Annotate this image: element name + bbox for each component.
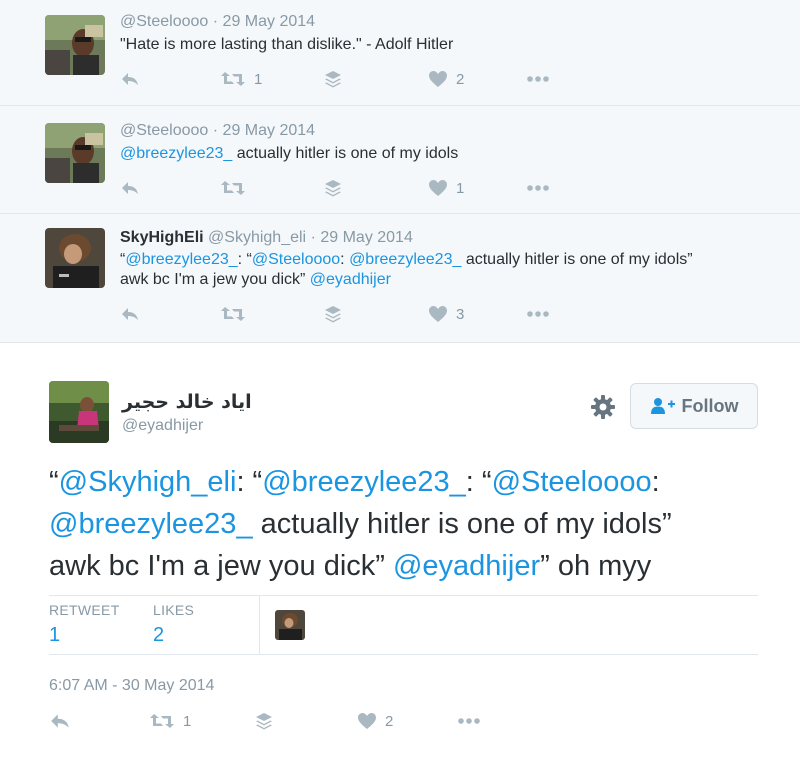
tweet-timestamp[interactable]: 6:07 AM - 30 May 2014 <box>49 677 214 695</box>
tweet-stats: RETWEET 1 LIKES 2 <box>49 595 758 655</box>
more-button[interactable] <box>526 302 550 326</box>
mention-link[interactable]: @breezylee23_ <box>262 466 466 498</box>
tweet-text: @breezylee23_ actually hitler is one of … <box>120 145 459 162</box>
reply-icon <box>122 73 138 85</box>
retweet-icon <box>221 72 245 86</box>
gear-icon <box>591 395 615 419</box>
reply-button[interactable] <box>49 709 71 733</box>
layers-icon <box>325 306 341 323</box>
reply-icon <box>51 714 69 728</box>
reply-tweet[interactable]: @Steeloooo · 29 May 2014 "Hate is more l… <box>0 0 800 106</box>
reply-button[interactable] <box>120 176 140 200</box>
reply-button[interactable] <box>120 67 140 91</box>
stats-divider <box>259 596 260 655</box>
layers-icon <box>325 71 341 88</box>
username[interactable]: @Skyhigh_eli <box>208 229 306 246</box>
like-button[interactable]: 1 <box>428 176 464 200</box>
avatar[interactable] <box>45 228 105 288</box>
like-button[interactable]: 3 <box>428 302 464 326</box>
mention-link[interactable]: @eyadhijer <box>310 271 391 288</box>
retweet-icon <box>150 714 174 728</box>
reply-icon <box>122 308 138 320</box>
more-icon <box>458 718 480 724</box>
heart-icon <box>429 306 447 322</box>
like-button[interactable]: 2 <box>428 67 464 91</box>
reply-icon <box>122 182 138 194</box>
add-user-icon <box>650 398 675 414</box>
likes-stat-count: 2 <box>153 624 165 646</box>
more-icon <box>527 76 549 82</box>
layers-icon <box>256 713 272 730</box>
retweet-icon <box>221 307 245 321</box>
main-tweet: اياد خالد حجير @eyadhijer Follow “@Skyhi… <box>0 343 800 775</box>
more-button[interactable] <box>526 176 550 200</box>
more-icon <box>527 311 549 317</box>
retweet-button[interactable]: 1 <box>149 709 191 733</box>
retweet-icon <box>221 181 245 195</box>
heart-icon <box>358 713 376 729</box>
more-icon <box>527 185 549 191</box>
follow-label: Follow <box>681 395 739 416</box>
conversation-replies: @Steeloooo · 29 May 2014 "Hate is more l… <box>0 0 800 343</box>
retweet-count: 1 <box>183 712 192 730</box>
retweet-button[interactable] <box>220 302 246 326</box>
mention-link[interactable]: @eyadhijer <box>393 550 540 582</box>
mention-link[interactable]: @Steeloooo <box>492 466 652 498</box>
stack-button[interactable] <box>255 709 273 733</box>
mention-link[interactable]: @breezylee23_ <box>125 251 237 268</box>
tweet-text: "Hate is more lasting than dislike." - A… <box>120 36 454 53</box>
avatar[interactable] <box>49 381 109 443</box>
stack-button[interactable] <box>324 67 342 91</box>
follow-button[interactable]: Follow <box>630 383 758 429</box>
avatar[interactable] <box>45 123 105 183</box>
reply-tweet[interactable]: @Steeloooo · 29 May 2014 @breezylee23_ a… <box>0 106 800 214</box>
mention-link[interactable]: @Skyhigh_eli <box>59 466 237 498</box>
like-count: 1 <box>456 179 465 197</box>
mention-link[interactable]: @Steeloooo <box>252 251 340 268</box>
like-count: 2 <box>385 712 394 730</box>
retweet-stat-count: 1 <box>49 624 61 646</box>
layers-icon <box>325 180 341 197</box>
mention-link[interactable]: @breezylee23_ <box>349 251 461 268</box>
tweet-text: “@Skyhigh_eli: “@breezylee23_: “@Steeloo… <box>49 466 672 582</box>
retweet-stat-label: RETWEET <box>49 602 120 618</box>
retweet-stat[interactable]: RETWEET 1 <box>49 602 120 647</box>
tweet-text: “@breezylee23_: “@Steeloooo: @breezylee2… <box>120 251 693 288</box>
user-actions-button[interactable] <box>590 394 616 420</box>
tweet-date[interactable]: 29 May 2014 <box>320 229 413 246</box>
stack-button[interactable] <box>324 302 342 326</box>
tweet-date[interactable]: 29 May 2014 <box>223 122 316 139</box>
heart-icon <box>429 71 447 87</box>
username[interactable]: @Steeloooo <box>120 122 208 139</box>
reply-button[interactable] <box>120 302 140 326</box>
likes-stat[interactable]: LIKES 2 <box>153 602 194 647</box>
like-button[interactable]: 2 <box>357 709 393 733</box>
retweet-count: 1 <box>254 70 263 88</box>
likes-stat-label: LIKES <box>153 602 195 618</box>
more-button[interactable] <box>526 67 550 91</box>
display-name[interactable]: SkyHighEli <box>120 229 204 246</box>
username[interactable]: @Steeloooo <box>120 13 208 30</box>
reply-tweet[interactable]: SkyHighEli @Skyhigh_eli · 29 May 2014 “@… <box>0 214 800 343</box>
username[interactable]: @eyadhijer <box>122 417 203 435</box>
more-button[interactable] <box>457 709 481 733</box>
tweet-date[interactable]: 29 May 2014 <box>223 13 316 30</box>
display-name[interactable]: اياد خالد حجير <box>122 391 252 413</box>
mention-link[interactable]: @breezylee23_ <box>120 145 232 162</box>
mention-link[interactable]: @breezylee23_ <box>49 508 253 540</box>
like-count: 3 <box>456 305 465 323</box>
like-count: 2 <box>456 70 465 88</box>
heart-icon <box>429 180 447 196</box>
stack-button[interactable] <box>324 176 342 200</box>
retweet-button[interactable] <box>220 176 246 200</box>
liker-avatar[interactable] <box>275 610 305 640</box>
avatar[interactable] <box>45 15 105 75</box>
retweet-button[interactable]: 1 <box>220 67 262 91</box>
